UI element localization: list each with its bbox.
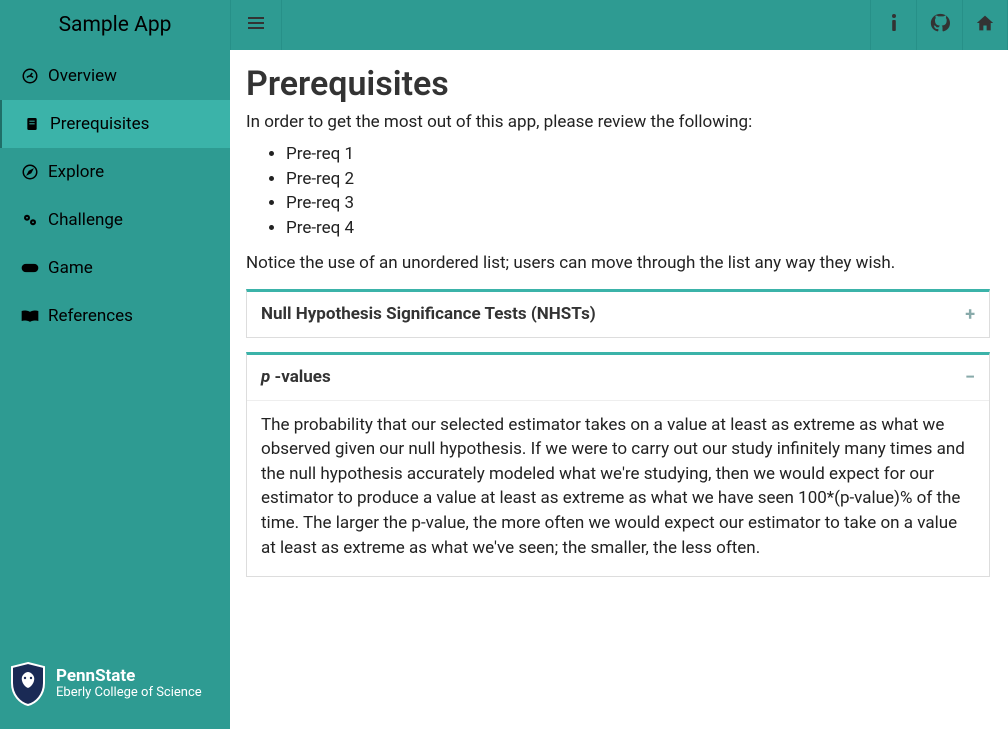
sidebar-item-label: References (48, 306, 133, 326)
info-icon (889, 13, 899, 37)
panel-pvalues-title-rest: -values (270, 367, 330, 387)
menu-icon (247, 15, 265, 35)
gamepad-icon (20, 261, 40, 275)
panel-nhst-header[interactable]: Null Hypothesis Significance Tests (NHST… (247, 292, 989, 337)
book-icon (22, 115, 42, 133)
home-button[interactable] (962, 0, 1008, 50)
content: Prerequisites In order to get the most o… (230, 50, 1008, 729)
panel-nhst-title: Null Hypothesis Significance Tests (NHST… (261, 304, 596, 324)
panel-pvalues-header[interactable]: p -values − (247, 355, 989, 400)
shield-icon (8, 661, 48, 707)
sidebar-item-label: Explore (48, 162, 104, 182)
list-item: Pre-req 4 (286, 216, 990, 241)
page-title: Prerequisites (246, 64, 990, 104)
topbar-spacer (282, 0, 870, 50)
logo-line2: Eberly College of Science (56, 685, 202, 701)
info-button[interactable] (870, 0, 916, 50)
main: Prerequisites In order to get the most o… (230, 0, 1008, 729)
open-book-icon (20, 308, 40, 324)
sidebar-item-references[interactable]: References (0, 292, 230, 340)
app-title: Sample App (0, 0, 230, 50)
sidebar-item-label: Challenge (48, 210, 123, 230)
collapse-icon: − (965, 367, 975, 388)
toggle-sidebar-button[interactable] (230, 0, 282, 50)
logo-line1: PennState (56, 668, 202, 685)
panel-divider (247, 400, 989, 401)
sidebar-item-overview[interactable]: Overview (0, 52, 230, 100)
github-icon (930, 13, 950, 37)
intro-text: In order to get the most out of this app… (246, 112, 990, 132)
github-button[interactable] (916, 0, 962, 50)
panel-pvalues-title: p -values (261, 367, 331, 387)
panel-pvalues: p -values − The probability that our sel… (246, 352, 990, 578)
sidebar-nav: Overview Prerequisites Explore Challenge (0, 50, 230, 729)
sidebar: Sample App Overview Prerequisites Explor… (0, 0, 230, 729)
sidebar-item-label: Game (48, 258, 93, 278)
sidebar-item-label: Overview (48, 66, 117, 86)
expand-icon: + (965, 304, 975, 325)
prereq-list: Pre-req 1 Pre-req 2 Pre-req 3 Pre-req 4 (246, 142, 990, 241)
list-item: Pre-req 1 (286, 142, 990, 167)
list-item: Pre-req 2 (286, 167, 990, 192)
sidebar-item-game[interactable]: Game (0, 244, 230, 292)
sidebar-item-explore[interactable]: Explore (0, 148, 230, 196)
compass-icon (20, 163, 40, 181)
panel-nhst: Null Hypothesis Significance Tests (NHST… (246, 289, 990, 338)
dashboard-icon (20, 67, 40, 85)
logo-text: PennState Eberly College of Science (56, 668, 202, 701)
sidebar-item-label: Prerequisites (50, 114, 149, 134)
sidebar-item-challenge[interactable]: Challenge (0, 196, 230, 244)
topbar (230, 0, 1008, 50)
gears-icon (20, 211, 40, 229)
footer-logo: PennState Eberly College of Science (8, 661, 202, 707)
note-text: Notice the use of an unordered list; use… (246, 253, 990, 273)
home-icon (975, 14, 995, 36)
panel-pvalues-title-italic: p (261, 367, 270, 387)
list-item: Pre-req 3 (286, 191, 990, 216)
panel-pvalues-body: The probability that our selected estima… (247, 411, 989, 577)
sidebar-item-prerequisites[interactable]: Prerequisites (0, 100, 230, 148)
